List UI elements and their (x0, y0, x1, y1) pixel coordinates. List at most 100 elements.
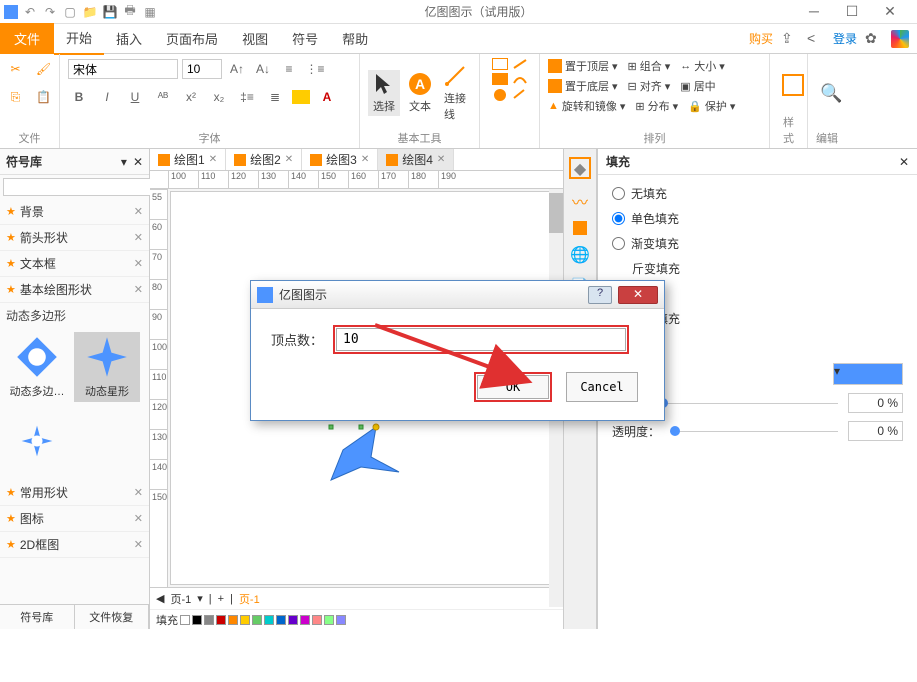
tab-doc1[interactable]: 绘图1✕ (150, 149, 226, 170)
color-purple[interactable] (288, 615, 298, 625)
color-red[interactable] (216, 615, 226, 625)
fill-panel-icon[interactable]: ◆ (569, 157, 591, 179)
menu-file[interactable]: 文件 (0, 23, 54, 54)
group-button[interactable]: ⊞组合▾ (628, 58, 671, 74)
page-tab[interactable]: 页-1 (170, 591, 191, 607)
shadow-panel-icon[interactable] (573, 221, 587, 235)
new-icon[interactable]: ▢ (62, 4, 78, 20)
settings-icon[interactable]: ✿ (865, 30, 883, 48)
align-icon[interactable]: ≣ (264, 86, 286, 108)
cat-background[interactable]: ★背景✕ (0, 199, 149, 225)
highlight-icon[interactable] (292, 90, 310, 104)
super-button[interactable]: x² (180, 86, 202, 108)
shape-rect-icon[interactable] (492, 58, 508, 70)
font-color-icon[interactable]: A (316, 86, 338, 108)
center-button[interactable]: ▣居中 (680, 78, 715, 94)
minimize-button[interactable]: ─ (799, 3, 829, 20)
font-select[interactable] (68, 59, 178, 79)
color-violet[interactable] (336, 615, 346, 625)
color-green[interactable] (252, 615, 262, 625)
style-button[interactable] (778, 72, 808, 98)
cat-common[interactable]: ★常用形状✕ (0, 480, 149, 506)
fill-color-select[interactable]: ▾ (833, 363, 903, 385)
font-increase-icon[interactable]: A↑ (226, 58, 248, 80)
cat-arrow[interactable]: ★箭头形状✕ (0, 225, 149, 251)
tab-doc3[interactable]: 绘图3✕ (302, 149, 378, 170)
menu-help[interactable]: 帮助 (330, 23, 380, 54)
size-button[interactable]: ↔大小▾ (680, 58, 725, 74)
rotate-button[interactable]: ▲旋转和镜像▾ (548, 98, 625, 114)
shape-dynamic-polygon[interactable]: 动态多边… (4, 332, 70, 402)
shape-curve-icon[interactable] (512, 73, 528, 85)
number-icon[interactable]: ⋮≡ (304, 58, 326, 80)
page-tab2[interactable]: 页-1 (239, 591, 260, 607)
open-icon[interactable]: 📁 (82, 4, 98, 20)
preview-icon[interactable]: ▦ (142, 4, 158, 20)
color-pink[interactable] (312, 615, 322, 625)
shape-circle-icon[interactable] (492, 88, 508, 102)
undo-icon[interactable]: ↶ (22, 4, 38, 20)
tab-doc4[interactable]: 绘图4✕ (378, 149, 454, 170)
line-spacing-icon[interactable]: ‡≡ (236, 86, 258, 108)
color-white[interactable] (180, 615, 190, 625)
page-add-icon[interactable]: + (218, 593, 224, 605)
shape-line-icon[interactable] (512, 58, 528, 70)
distribute-button[interactable]: ⊞分布▾ (635, 98, 678, 114)
close-library-icon[interactable]: ✕ (133, 155, 143, 169)
bring-front-button[interactable]: 置于顶层▾ (548, 58, 618, 74)
redo-icon[interactable]: ↷ (42, 4, 58, 20)
shape-dynamic-star2[interactable] (4, 406, 70, 476)
protect-button[interactable]: 🔒保护▾ (688, 98, 735, 114)
tab-library[interactable]: 符号库 (0, 605, 75, 629)
edit-button[interactable]: 🔍 (816, 81, 846, 106)
canvas-star-shape[interactable] (321, 422, 401, 482)
menu-symbol[interactable]: 符号 (280, 23, 330, 54)
paste-icon[interactable]: 📋 (33, 86, 55, 108)
ok-button[interactable]: OK (477, 375, 549, 399)
library-search-input[interactable] (3, 178, 151, 196)
color-black[interactable] (192, 615, 202, 625)
strike-button[interactable]: ᴬᴮ (152, 86, 174, 108)
dialog-help-button[interactable]: ? (588, 286, 612, 304)
save-icon[interactable]: 💾 (102, 4, 118, 20)
color-lime[interactable] (324, 615, 334, 625)
export-icon[interactable]: ⇪ (781, 30, 799, 48)
italic-button[interactable]: I (96, 86, 118, 108)
close-panel-icon[interactable]: ✕ (899, 155, 909, 169)
align-button[interactable]: ⊟对齐▾ (628, 78, 671, 94)
select-tool[interactable]: 选择 (368, 70, 400, 116)
share-icon[interactable]: < (807, 30, 825, 48)
print-icon[interactable]: 🖶 (122, 4, 138, 20)
radio-no-fill[interactable]: 无填充 (612, 185, 903, 202)
login-link[interactable]: 登录 (833, 30, 857, 47)
globe-icon[interactable]: 🌐 (569, 245, 591, 267)
maximize-button[interactable]: ☐ (837, 3, 867, 20)
add-library-icon[interactable]: ▾ (121, 155, 127, 169)
shape-dynamic-star[interactable]: 动态星形 (74, 332, 140, 402)
radio-solid-fill[interactable]: 单色填充 (612, 210, 903, 227)
menu-layout[interactable]: 页面布局 (154, 23, 230, 54)
cancel-button[interactable]: Cancel (566, 372, 638, 402)
bullet-icon[interactable]: ≡ (278, 58, 300, 80)
line-panel-icon[interactable]: 〰 (569, 189, 591, 211)
shape-pencil-icon[interactable] (512, 88, 528, 100)
color-magenta[interactable] (300, 615, 310, 625)
bold-button[interactable]: B (68, 86, 90, 108)
copy-icon[interactable]: ⎘ (5, 86, 27, 108)
page-menu-icon[interactable]: ▾ (197, 592, 203, 605)
cat-textbox[interactable]: ★文本框✕ (0, 251, 149, 277)
font-decrease-icon[interactable]: A↓ (252, 58, 274, 80)
cat-basic[interactable]: ★基本绘图形状✕ (0, 277, 149, 303)
color-grey[interactable] (204, 615, 214, 625)
brush-icon[interactable]: 🖌 (33, 58, 55, 80)
tab-doc2[interactable]: 绘图2✕ (226, 149, 302, 170)
cut-icon[interactable]: ✂ (5, 58, 27, 80)
connector-tool[interactable]: 连接线 (440, 62, 472, 124)
color-yellow[interactable] (240, 615, 250, 625)
send-back-button[interactable]: 置于底层▾ (548, 78, 618, 94)
cat-icon[interactable]: ★图标✕ (0, 506, 149, 532)
menu-insert[interactable]: 插入 (104, 23, 154, 54)
vertex-input[interactable] (336, 328, 626, 351)
underline-button[interactable]: U (124, 86, 146, 108)
menu-view[interactable]: 视图 (230, 23, 280, 54)
